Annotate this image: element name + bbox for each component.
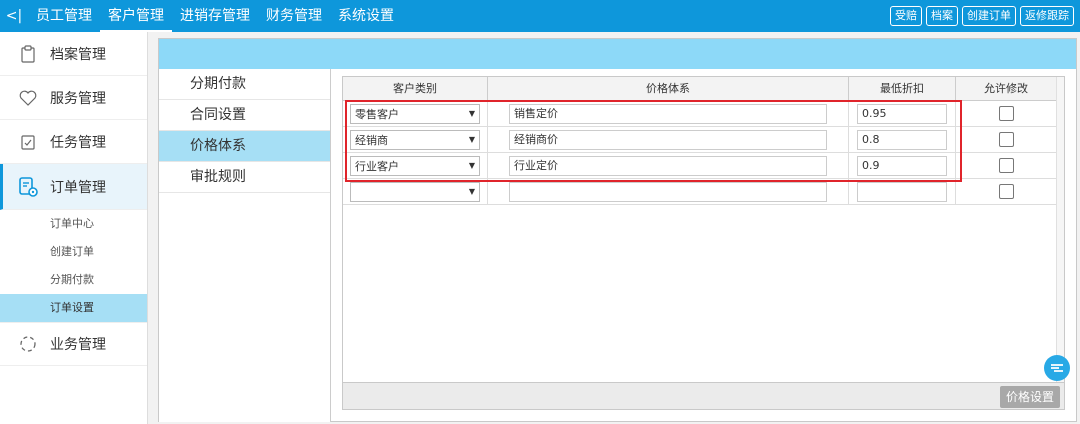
sidebar-item-business[interactable]: 业务管理 [0,322,147,366]
sidebar-item-label: 服务管理 [50,90,106,107]
nav-customer-management[interactable]: 客户管理 [100,0,172,32]
top-nav-bar: <| 员工管理 客户管理 进销存管理 财务管理 系统设置 受赔 档案 创建订单 … [0,0,1080,32]
nav-employee-management[interactable]: 员工管理 [28,0,100,32]
allow-edit-checkbox[interactable] [998,184,1014,199]
content-frame: 分期付款 合同设置 价格体系 审批规则 客户类别 价格体系 最低折扣 允许修改 … [158,38,1077,422]
sidebar-sub-order-center[interactable]: 订单中心 [0,210,147,238]
heart-icon [18,88,38,108]
claim-button[interactable]: 受赔 [890,6,922,26]
order-settings-icon [18,176,38,197]
customer-category-select[interactable]: 行业客户 ▼ [350,155,480,176]
top-actions: 受赔 档案 创建订单 返修跟踪 [890,6,1074,26]
allow-edit-checkbox[interactable] [998,158,1014,173]
table-header: 客户类别 价格体系 最低折扣 允许修改 [343,77,1064,101]
subnav-installment[interactable]: 分期付款 [159,69,330,100]
settings-subnav: 分期付款 合同设置 价格体系 审批规则 [159,69,331,422]
price-system-input[interactable]: 经销商价 [509,129,827,150]
nav-system-settings[interactable]: 系统设置 [330,0,402,32]
price-system-table: 客户类别 价格体系 最低折扣 允许修改 零售客户 ▼ 销售定价 0.95 经销商 ▼… [342,76,1065,410]
sidebar-sub-installment[interactable]: 分期付款 [0,266,147,294]
table-row: 零售客户 ▼ 销售定价 0.95 [343,101,1064,127]
min-discount-input[interactable]: 0.9 [857,155,947,176]
sidebar-sub-order-settings[interactable]: 订单设置 [0,294,147,322]
subnav-approval-rules[interactable]: 审批规则 [159,162,330,193]
price-system-input[interactable]: 行业定价 [509,155,827,176]
create-order-button[interactable]: 创建订单 [962,6,1016,26]
sidebar-item-archives[interactable]: 档案管理 [0,32,147,76]
collapse-back-button[interactable]: <| [0,8,28,24]
dropdown-arrow-icon: ▼ [468,135,475,144]
checklist-icon [18,132,38,152]
sidebar-item-service[interactable]: 服务管理 [0,76,147,120]
sidebar-item-orders[interactable]: 订单管理 [0,164,147,210]
min-discount-input[interactable]: 0.95 [857,103,947,124]
price-settings-button[interactable]: 价格设置 [999,386,1060,408]
min-discount-input[interactable]: 0.8 [857,129,947,150]
archive-button[interactable]: 档案 [926,6,958,26]
sidebar: 档案管理 服务管理 任务管理 订单管理 订单中心 创建订单 分期付款 订单设置 … [0,32,148,424]
customer-category-select[interactable]: 经销商 ▼ [350,129,480,150]
table-footer: 价格设置 [342,382,1065,410]
table-row: ▼ [343,179,1064,205]
subnav-contract-settings[interactable]: 合同设置 [159,100,330,131]
sidebar-item-label: 业务管理 [50,337,106,353]
customer-category-select[interactable]: 零售客户 ▼ [350,103,480,124]
customer-category-select[interactable]: ▼ [350,181,480,202]
table-row: 经销商 ▼ 经销商价 0.8 [343,127,1064,153]
sidebar-item-label: 档案管理 [50,46,106,63]
header-allow-edit: 允许修改 [956,77,1057,100]
min-discount-input[interactable] [857,181,947,202]
sidebar-item-label: 订单管理 [50,179,106,196]
price-system-input[interactable] [509,181,827,202]
dropdown-arrow-icon: ▼ [468,109,475,118]
header-customer-category: 客户类别 [343,77,488,100]
allow-edit-checkbox[interactable] [998,106,1014,121]
nav-finance-management[interactable]: 财务管理 [258,0,330,32]
sidebar-item-tasks[interactable]: 任务管理 [0,120,147,164]
floating-assistant-icon[interactable] [1044,355,1070,381]
dropdown-arrow-icon: ▼ [468,187,475,196]
clipboard-icon [18,44,38,64]
sidebar-item-label: 任务管理 [50,134,106,151]
repair-tracking-button[interactable]: 返修跟踪 [1020,6,1074,26]
allow-edit-checkbox[interactable] [998,132,1014,147]
header-price-system: 价格体系 [488,77,849,100]
header-min-discount: 最低折扣 [849,77,956,100]
table-row: 行业客户 ▼ 行业定价 0.9 [343,153,1064,179]
sidebar-sub-create-order[interactable]: 创建订单 [0,238,147,266]
nav-inventory-management[interactable]: 进销存管理 [172,0,258,32]
loading-circle-icon [18,334,38,354]
subnav-price-system[interactable]: 价格体系 [159,131,330,162]
content-header-bar [159,39,1076,69]
dropdown-arrow-icon: ▼ [468,161,475,170]
price-system-input[interactable]: 销售定价 [509,103,827,124]
